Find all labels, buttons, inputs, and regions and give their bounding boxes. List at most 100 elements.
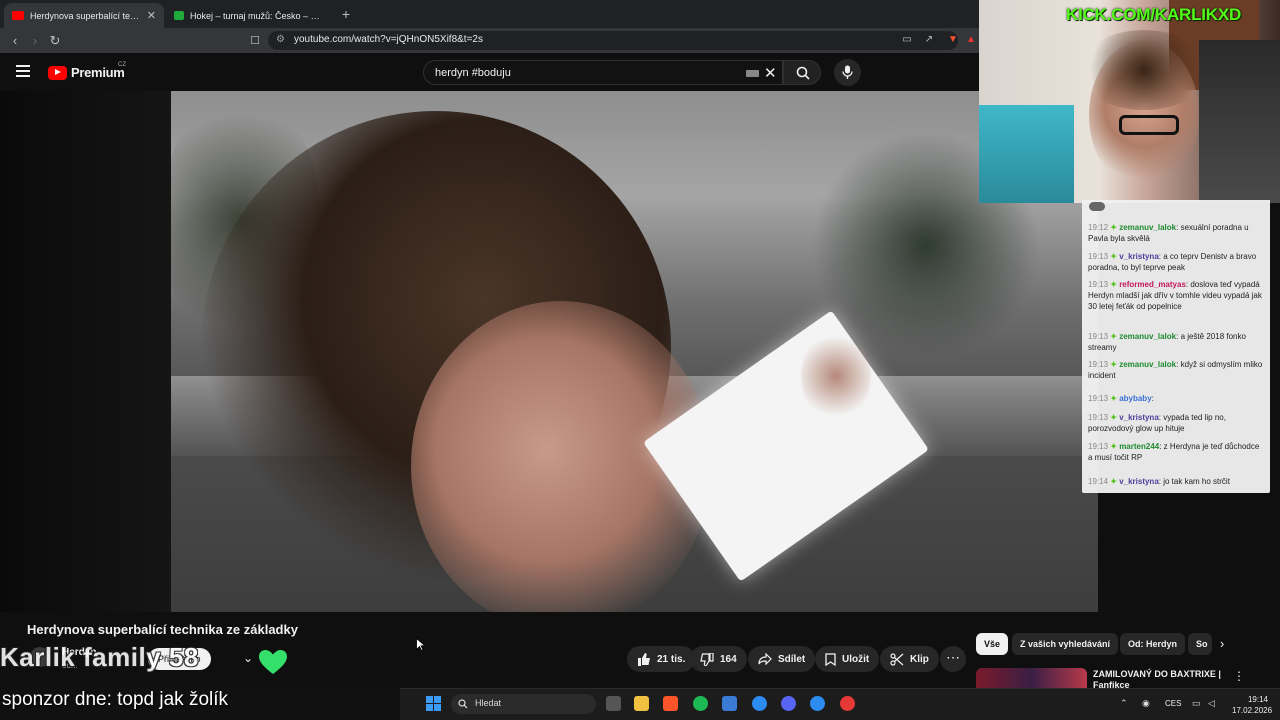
new-tab-button[interactable]: + xyxy=(336,4,356,24)
clear-search-icon[interactable]: ✕ xyxy=(764,64,777,82)
cast-icon[interactable]: ▭ xyxy=(900,34,914,47)
like-button[interactable]: 21 tis. xyxy=(627,646,696,672)
kick-badge-icon: ✦ xyxy=(1108,442,1120,451)
close-tab-icon[interactable]: ✕ xyxy=(147,9,156,22)
ccleaner-icon[interactable] xyxy=(752,696,767,711)
chat-message: 19:13 ✦ abybaby: xyxy=(1088,393,1264,404)
browser-tab-active[interactable]: Herdynova superbalící technika ✕ xyxy=(4,3,164,28)
taskbar-search[interactable]: Hledat xyxy=(451,694,596,714)
chip-from-searches[interactable]: Z vašich vyhledávání xyxy=(1012,633,1119,655)
microphone-icon xyxy=(842,65,853,79)
chat-username[interactable]: zemanuv_lalok xyxy=(1119,360,1176,369)
kick-badge-icon: ✦ xyxy=(1108,394,1120,403)
share-button[interactable]: Sdílet xyxy=(748,646,816,672)
chat-separator: : xyxy=(1151,394,1154,403)
chat-username[interactable]: zemanuv_lalok xyxy=(1119,332,1176,341)
rewards-icon[interactable]: ▲ xyxy=(964,34,978,47)
chat-username[interactable]: marten244 xyxy=(1119,442,1159,451)
browser-tab[interactable]: Hokej – turnaj mužů: Česko – Dánsko xyxy=(166,3,332,28)
chat-message: 19:12 ✦ zemanuv_lalok: sexuální poradna … xyxy=(1088,222,1264,244)
chat-timestamp: 19:12 xyxy=(1088,223,1109,232)
taskbar-search-placeholder: Hledat xyxy=(475,698,502,708)
chip-from-channel[interactable]: Od: Herdyn xyxy=(1120,633,1186,655)
chevron-right-icon[interactable]: › xyxy=(1220,636,1224,651)
browser-tab-strip: Herdynova superbalící technika ✕ Hokej –… xyxy=(0,0,980,28)
site-info-icon[interactable]: ⚙ xyxy=(276,34,288,46)
brave-browser-icon[interactable] xyxy=(663,696,678,711)
reload-icon[interactable]: ↻ xyxy=(46,32,64,50)
spotify-icon[interactable] xyxy=(693,696,708,711)
tray-chevron-icon[interactable]: ⌃ xyxy=(1120,698,1128,709)
tray-app-icon[interactable]: ◉ xyxy=(1142,698,1150,709)
chat-emote xyxy=(1089,202,1105,211)
network-icon[interactable]: ▭ xyxy=(1192,698,1201,709)
search-button[interactable] xyxy=(783,60,821,85)
hamburger-menu-icon[interactable] xyxy=(16,65,30,77)
share-arrow-icon xyxy=(758,653,772,665)
brave-shield-icon[interactable]: ▼ xyxy=(946,34,960,47)
player-letterbox xyxy=(0,91,171,612)
chat-username[interactable]: abybaby xyxy=(1119,394,1151,403)
file-explorer-icon[interactable] xyxy=(634,696,649,711)
bookmark-icon[interactable]: ☐ xyxy=(246,32,264,50)
chat-username[interactable]: reformed_matyas xyxy=(1119,280,1186,289)
chat-message: 19:13 ✦ reformed_matyas: doslova teď vyp… xyxy=(1088,279,1264,312)
chat-username[interactable]: v_kristyna xyxy=(1119,477,1159,486)
keyboard-language[interactable]: CES xyxy=(1165,699,1181,708)
recommended-menu-icon[interactable]: ⋮ xyxy=(1233,669,1245,683)
bookmark-save-icon xyxy=(825,652,836,666)
windows-start-icon[interactable] xyxy=(426,696,441,711)
mouse-cursor-icon xyxy=(416,638,425,651)
recommended-thumbnail[interactable] xyxy=(976,668,1087,688)
youtube-header: Premium CZ herdyn #boduju ✕ xyxy=(0,53,980,91)
thumbs-down-icon xyxy=(700,652,714,666)
obs-icon[interactable] xyxy=(840,696,855,711)
app-icon-2[interactable] xyxy=(810,696,825,711)
youtube-brand: Premium xyxy=(71,65,125,80)
clip-button[interactable]: Klip xyxy=(880,646,939,672)
save-button[interactable]: Uložit xyxy=(815,646,880,672)
back-icon[interactable]: ‹ xyxy=(6,32,24,50)
chat-username[interactable]: v_kristyna xyxy=(1119,252,1159,261)
voice-search-button[interactable] xyxy=(834,59,861,86)
sport-favicon-icon xyxy=(174,11,184,20)
youtube-logo[interactable]: Premium xyxy=(48,65,125,80)
address-bar[interactable]: ⚙ youtube.com/watch?v=jQHnON5Xif8&t=2s xyxy=(268,31,958,50)
clock[interactable]: 19:14 17.02.2026 xyxy=(1232,694,1273,716)
clip-label: Klip xyxy=(910,653,929,665)
like-count: 21 tis. xyxy=(657,653,686,665)
tab-title: Hokej – turnaj mužů: Česko – Dánsko xyxy=(190,10,324,21)
app-icon[interactable] xyxy=(722,696,737,711)
video-player[interactable] xyxy=(171,91,1098,612)
dislike-button[interactable]: 164 xyxy=(690,646,747,672)
chat-timestamp: 19:13 xyxy=(1088,252,1109,261)
volume-icon[interactable]: ◁ xyxy=(1208,698,1215,709)
search-query: herdyn #boduju xyxy=(435,67,511,79)
chat-message: 19:14 ✦ v_kristyna: jo tak kam ho strčit xyxy=(1088,476,1264,487)
chip-all[interactable]: Vše xyxy=(976,633,1009,655)
discord-icon[interactable] xyxy=(781,696,796,711)
forward-icon[interactable]: › xyxy=(26,32,44,50)
chat-message: 19:13 ✦ zemanuv_lalok: když si odmyslím … xyxy=(1088,359,1264,381)
chevron-down-icon[interactable]: ⌄ xyxy=(243,651,253,665)
clock-date: 17.02.2026 xyxy=(1232,706,1273,715)
browser-toolbar: ‹ › ↻ ☐ ⚙ youtube.com/watch?v=jQHnON5Xif… xyxy=(0,28,980,53)
youtube-favicon-icon xyxy=(12,11,24,20)
search-icon xyxy=(458,699,468,709)
share-icon[interactable]: ↗ xyxy=(922,34,936,47)
tab-title: Herdynova superbalící technika xyxy=(30,10,141,21)
keyboard-icon[interactable] xyxy=(746,70,759,77)
chat-username[interactable]: zemanuv_lalok xyxy=(1119,223,1176,232)
chat-username[interactable]: v_kristyna xyxy=(1119,413,1159,422)
task-view-icon[interactable] xyxy=(606,696,621,711)
share-label: Sdílet xyxy=(778,653,806,665)
chat-message: 19:13 ✦ zemanuv_lalok: a ještě 2018 fonk… xyxy=(1088,331,1264,353)
stream-overlay-text: Karlik family 58 xyxy=(0,642,199,672)
chip-next[interactable]: So xyxy=(1188,633,1212,655)
webcam-bed xyxy=(979,105,1074,203)
more-actions-button[interactable]: ⋯ xyxy=(940,646,966,672)
clock-time: 19:14 xyxy=(1247,695,1268,704)
kick-badge-icon: ✦ xyxy=(1108,360,1120,369)
search-input[interactable]: herdyn #boduju ✕ xyxy=(423,60,783,85)
webcam-chair xyxy=(1199,40,1280,203)
